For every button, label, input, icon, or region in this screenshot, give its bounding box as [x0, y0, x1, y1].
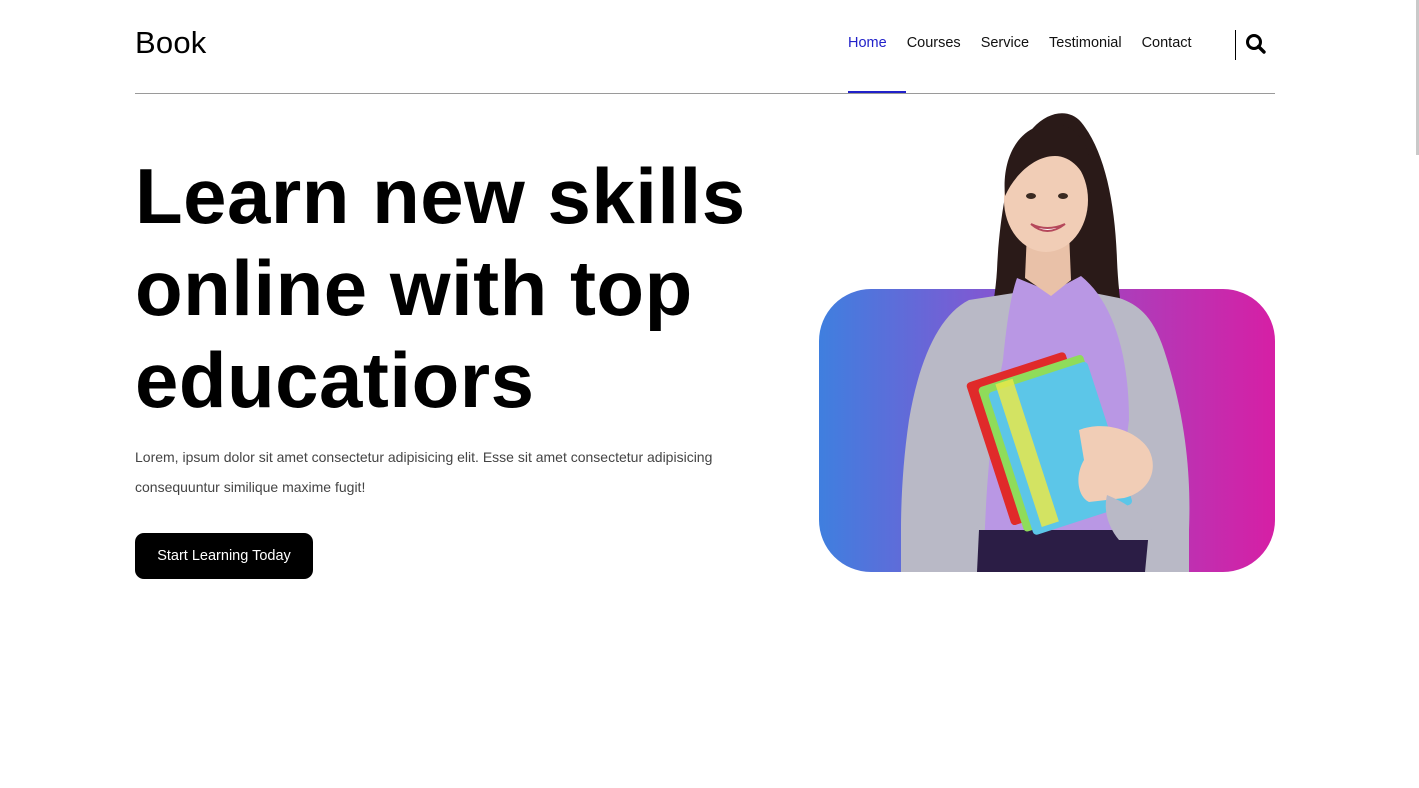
nav-divider — [1235, 30, 1236, 60]
active-nav-indicator — [848, 91, 906, 93]
hero-headline-line-1: Learn new skills — [135, 152, 746, 240]
start-learning-button[interactable]: Start Learning Today — [135, 533, 313, 579]
hero-headline-line-3: educatiors — [135, 336, 535, 424]
nav-link-service[interactable]: Service — [981, 34, 1029, 52]
search-icon[interactable] — [1243, 31, 1269, 57]
hero-description: Lorem, ipsum dolor sit amet consectetur … — [135, 449, 713, 495]
hero-headline-line-2: online with top — [135, 244, 693, 332]
nav-link-home[interactable]: Home — [848, 34, 887, 52]
nav-link-courses[interactable]: Courses — [907, 34, 961, 52]
hero-media — [819, 100, 1275, 572]
site-header: Book Home Courses Service Testimonial Co… — [135, 0, 1275, 94]
nav-link-testimonial[interactable]: Testimonial — [1049, 34, 1122, 52]
student-image — [901, 113, 1190, 572]
main-nav: Home Courses Service Testimonial Contact — [848, 34, 1212, 52]
hero-headline: Learn new skills online with top educati… — [135, 150, 775, 426]
site-logo[interactable]: Book — [135, 25, 206, 61]
nav-link-contact[interactable]: Contact — [1142, 34, 1192, 52]
